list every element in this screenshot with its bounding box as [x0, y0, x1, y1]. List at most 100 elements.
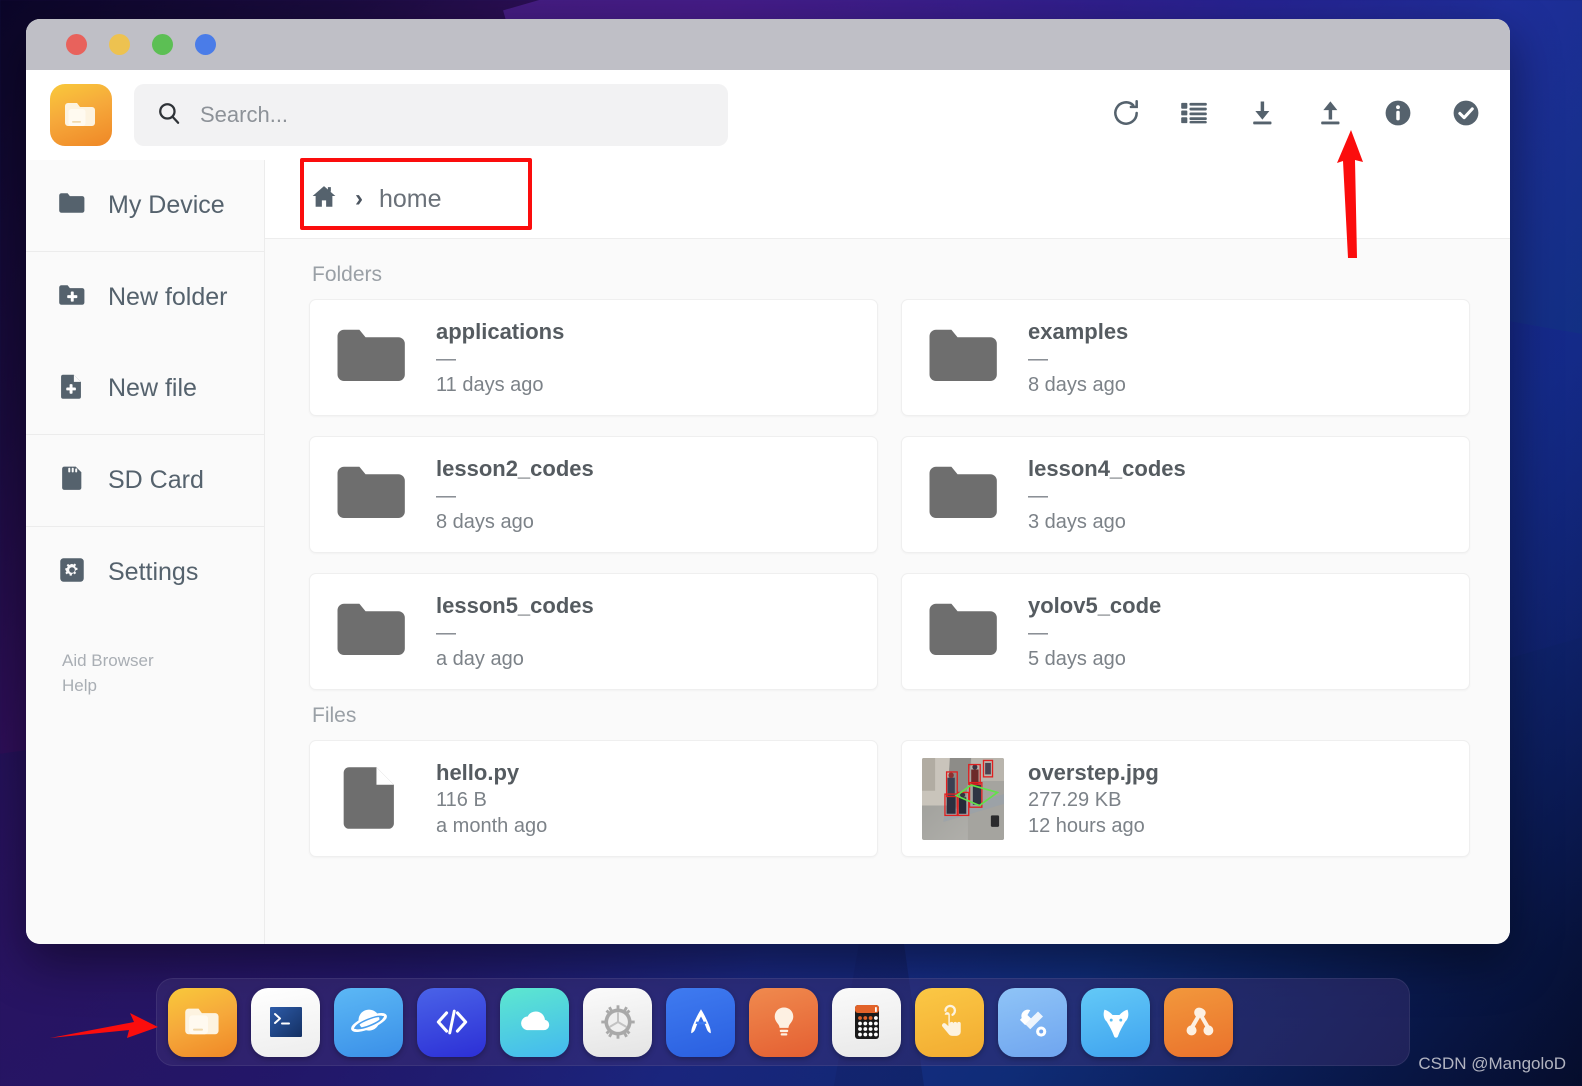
sidebar-item-label: My Device — [108, 191, 225, 219]
folder-plus-icon — [56, 279, 88, 316]
breadcrumb-separator: › — [355, 185, 363, 212]
window-close-button[interactable] — [66, 34, 87, 55]
window-titlebar — [26, 19, 1510, 70]
folder-modified: 11 days ago — [436, 373, 544, 396]
file-name: overstep.jpg — [1028, 759, 1159, 785]
dock-item-tools-app[interactable] — [998, 987, 1067, 1057]
folder-modified: a day ago — [436, 647, 524, 670]
window-body: My Device New folder New file SD Card Se… — [26, 160, 1510, 944]
folder-name: lesson5_codes — [436, 592, 594, 618]
breadcrumb-bar: › home — [265, 160, 1510, 239]
app-toolbar — [26, 70, 1510, 160]
dock-item-ideas-app[interactable] — [749, 987, 818, 1057]
window-minimize-button[interactable] — [109, 34, 130, 55]
folder-card[interactable]: lesson5_codes — a day ago — [309, 573, 878, 690]
folder-modified: 8 days ago — [1028, 373, 1126, 396]
download-icon[interactable] — [1246, 97, 1278, 134]
folder-icon — [922, 314, 1004, 401]
folder-icon — [56, 187, 88, 224]
window-maximize-button[interactable] — [152, 34, 173, 55]
file-modified: a month ago — [436, 814, 548, 837]
gear-icon — [600, 1005, 635, 1039]
annotation-arrow-to-files-app — [48, 1008, 160, 1057]
wrench-pencil-icon — [1019, 1009, 1046, 1037]
sidebar-footer-line1[interactable]: Aid Browser — [62, 648, 264, 673]
dock-item-mouse-app[interactable] — [1081, 987, 1150, 1057]
folder-size: — — [436, 347, 456, 370]
refresh-icon[interactable] — [1110, 97, 1142, 134]
sidebar-item-settings[interactable]: Settings — [26, 527, 264, 618]
sidebar-footer: Aid Browser Help — [26, 618, 264, 698]
dock-item-terminal-app[interactable] — [251, 987, 320, 1057]
folder-name: yolov5_code — [1028, 592, 1162, 618]
file-manager-logo-icon — [50, 84, 112, 146]
sidebar-item-new-file[interactable]: New file — [26, 343, 264, 434]
dock-item-settings-app[interactable] — [583, 987, 652, 1057]
home-icon[interactable] — [309, 182, 339, 217]
upload-icon[interactable] — [1314, 97, 1346, 134]
list-view-icon[interactable] — [1178, 97, 1210, 134]
breadcrumb-path[interactable]: home — [379, 185, 442, 214]
gear-icon — [56, 554, 88, 591]
file-manager-window: My Device New folder — [26, 19, 1510, 944]
code-brackets-icon — [436, 1009, 467, 1035]
dock-item-files-app[interactable] — [168, 987, 237, 1057]
dock-item-cloud-app[interactable] — [500, 987, 569, 1057]
folders-grid: applications — 11 days ago examples — 8 … — [309, 299, 1470, 690]
folder-card[interactable]: lesson2_codes — 8 days ago — [309, 436, 878, 553]
sidebar-footer-line2[interactable]: Help — [62, 673, 264, 698]
search-icon — [156, 100, 182, 131]
generic-file-icon — [330, 755, 412, 842]
cloud-icon — [520, 1011, 549, 1031]
sidebar-item-sd-card[interactable]: SD Card — [26, 435, 264, 526]
terminal-icon — [269, 1007, 302, 1037]
sd-card-icon — [56, 462, 88, 499]
dock-item-calculator-app[interactable] — [832, 987, 901, 1057]
dock-item-aid-app[interactable] — [666, 987, 735, 1057]
lightbulb-icon — [774, 1007, 793, 1036]
dock-item-browser-app[interactable] — [334, 987, 403, 1057]
files-section-label: Files — [312, 704, 357, 727]
image-preview-thumbnail — [922, 757, 1004, 840]
folder-icon — [330, 588, 412, 675]
folder-size: — — [436, 621, 456, 644]
file-modified: 12 hours ago — [1028, 814, 1145, 837]
dock-item-code-editor-app[interactable] — [417, 987, 486, 1057]
sidebar-item-label: New folder — [108, 283, 228, 311]
sidebar-item-label: SD Card — [108, 466, 204, 494]
dock-item-node-app[interactable] — [1164, 987, 1233, 1057]
node-icon — [1186, 1007, 1213, 1036]
calculator-icon — [854, 1005, 879, 1039]
folder-size: — — [1028, 347, 1048, 370]
folder-name: applications — [436, 318, 565, 344]
sidebar-item-new-folder[interactable]: New folder — [26, 252, 264, 343]
search-input[interactable] — [200, 102, 706, 128]
select-check-icon[interactable] — [1450, 97, 1482, 134]
sidebar: My Device New folder New file SD Card Se… — [26, 160, 265, 944]
file-plus-icon — [56, 370, 88, 407]
mouse-icon — [1103, 1009, 1128, 1038]
hand-tap-icon — [941, 1004, 961, 1036]
dock-item-touch-app[interactable] — [915, 987, 984, 1057]
file-size: 116 B — [436, 788, 487, 811]
folder-icon — [922, 451, 1004, 538]
sidebar-item-my-device[interactable]: My Device — [26, 160, 264, 251]
sidebar-item-label: New file — [108, 374, 197, 402]
file-card[interactable]: overstep.jpg 277.29 KB 12 hours ago — [901, 740, 1470, 857]
folder-card[interactable]: lesson4_codes — 3 days ago — [901, 436, 1470, 553]
file-card[interactable]: hello.py 116 B a month ago — [309, 740, 878, 857]
folder-card[interactable]: examples — 8 days ago — [901, 299, 1470, 416]
folder-modified: 8 days ago — [436, 510, 534, 533]
folder-card[interactable]: applications — 11 days ago — [309, 299, 878, 416]
letter-a-icon — [690, 1009, 711, 1034]
window-extra-button[interactable] — [195, 34, 216, 55]
content-pane: › home Folders applications — 11 days ag… — [265, 160, 1510, 944]
folder-size: — — [1028, 484, 1048, 507]
folder-card[interactable]: yolov5_code — 5 days ago — [901, 573, 1470, 690]
file-name: hello.py — [436, 759, 520, 785]
files-area: Folders applications — 11 days ago examp… — [265, 239, 1510, 944]
info-icon[interactable] — [1382, 97, 1414, 134]
search-box[interactable] — [134, 84, 728, 146]
folder-name: lesson4_codes — [1028, 455, 1186, 481]
folder-modified: 5 days ago — [1028, 647, 1126, 670]
